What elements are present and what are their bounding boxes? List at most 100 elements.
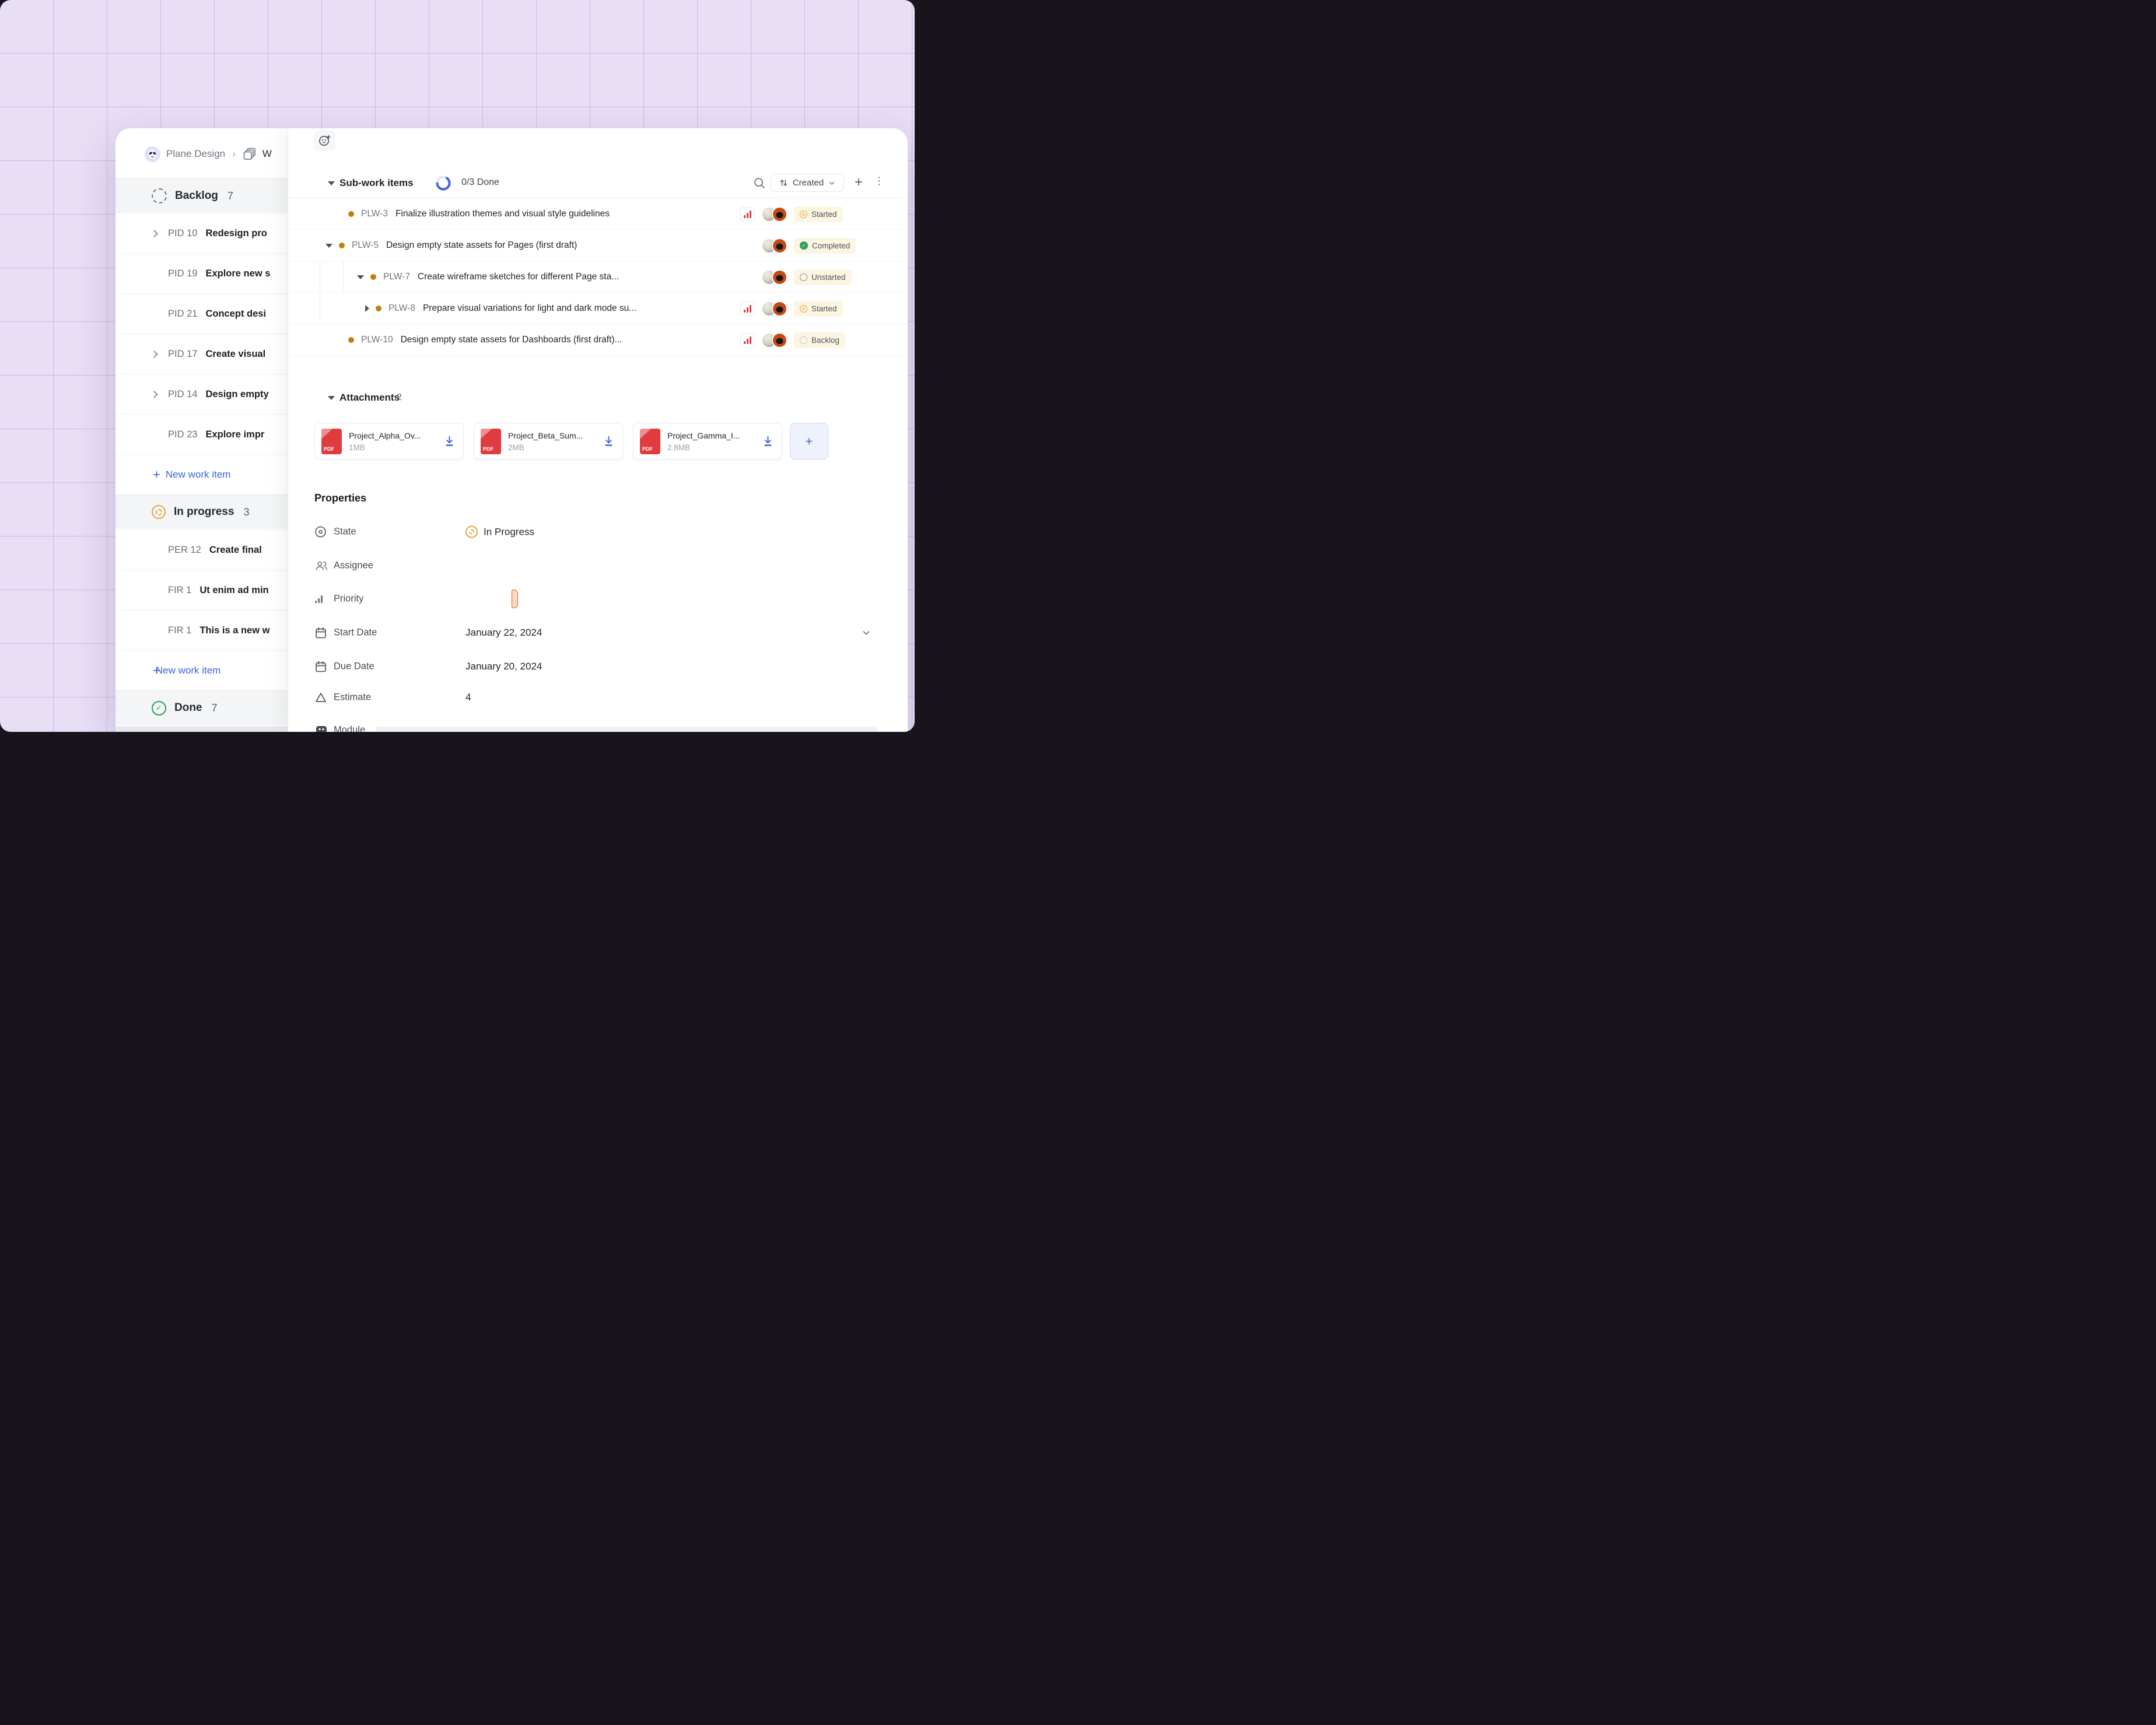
property-row-estimate: Estimate 4 <box>288 686 908 709</box>
sidebar-bottom-strip <box>116 726 288 732</box>
completed-status-icon: ✓ <box>800 241 808 250</box>
plus-icon: + <box>153 468 160 481</box>
expand-chevron-icon[interactable] <box>150 350 158 358</box>
work-item-title[interactable]: Ut enim ad min <box>200 585 268 596</box>
priority-pill[interactable] <box>512 590 518 608</box>
priority-icon <box>315 595 323 603</box>
backlog-state-icon <box>152 188 167 204</box>
property-row-start-date: Start Date January 22, 2024 <box>288 621 908 644</box>
attachment-card[interactable]: PDF Project_Alpha_Ov... 1MB <box>314 423 464 460</box>
unstarted-status-icon <box>800 274 807 281</box>
group-count: 7 <box>212 702 218 714</box>
add-attachment-button[interactable]: + <box>790 423 828 460</box>
status-badge[interactable]: ✓ Completed <box>794 238 856 254</box>
work-item-title[interactable]: Explore impr <box>205 429 264 440</box>
subwork-row[interactable]: PLW-8 Prepare visual variations for ligh… <box>288 293 908 324</box>
more-options-icon[interactable]: ⋮ <box>874 175 884 187</box>
work-item-title[interactable]: Design empty <box>205 389 268 400</box>
chevron-down-icon[interactable] <box>862 628 871 637</box>
expand-chevron-icon[interactable] <box>150 391 158 398</box>
work-item-title[interactable]: Create final <box>209 545 262 556</box>
subwork-id: PLW-5 <box>352 240 379 251</box>
work-item-title[interactable]: Redesign pro <box>205 228 267 239</box>
property-row-state: State In Progress <box>288 520 908 544</box>
status-badge[interactable]: Started <box>794 206 843 222</box>
work-item-title[interactable]: Concept desi <box>205 308 266 320</box>
status-badge[interactable]: Backlog <box>794 332 845 348</box>
assignee-avatars[interactable] <box>761 301 788 317</box>
status-badge[interactable]: Unstarted <box>794 269 852 285</box>
subwork-row[interactable]: PLW-7 Create wireframe sketches for diff… <box>288 261 908 293</box>
new-work-item-button[interactable]: + New work item <box>116 650 314 690</box>
calendar-icon <box>315 627 327 639</box>
expand-chevron-icon[interactable] <box>150 230 158 237</box>
subwork-title-text[interactable]: Design empty state assets for Pages (fir… <box>386 240 577 251</box>
work-item-title[interactable]: This is a new w <box>200 625 270 636</box>
group-label: Backlog <box>175 190 218 202</box>
work-item-id: PER 12 <box>168 545 201 556</box>
backlog-status-icon <box>800 336 807 344</box>
work-item-detail-panel: Sub-work items 0/3 Done Created <box>288 128 908 732</box>
collapse-triangle-icon[interactable] <box>328 396 335 400</box>
work-item-id: PID 10 <box>168 228 197 239</box>
property-label: Priority <box>334 594 363 605</box>
work-item-id: FIR 1 <box>168 585 191 596</box>
subwork-row[interactable]: PLW-3 Finalize illustration themes and v… <box>288 198 908 230</box>
expand-triangle-icon[interactable] <box>365 305 369 312</box>
add-reaction-button[interactable] <box>314 130 335 151</box>
attachment-name: Project_Gamma_I... <box>667 431 740 440</box>
subwork-title-text[interactable]: Finalize illustration themes and visual … <box>396 209 610 219</box>
breadcrumb-project[interactable]: Plane Design <box>166 148 225 160</box>
subwork-title-text[interactable]: Create wireframe sketches for different … <box>418 272 619 282</box>
state-value[interactable]: In Progress <box>466 526 534 538</box>
collapse-triangle-icon[interactable] <box>328 181 335 185</box>
assignee-avatars[interactable] <box>761 206 788 222</box>
assignee-avatars[interactable] <box>761 269 788 285</box>
collapse-triangle-icon[interactable] <box>357 275 364 279</box>
work-item-id: PID 23 <box>168 429 197 440</box>
start-date-value[interactable]: January 22, 2024 <box>466 627 542 639</box>
work-item-title[interactable]: Create visual <box>205 349 265 360</box>
attachments-title[interactable]: Attachments <box>340 392 400 404</box>
attachments-section-header: Attachments 2 <box>288 387 908 411</box>
subwork-title-text[interactable]: Design empty state assets for Dashboards… <box>401 335 622 345</box>
pdf-file-icon: PDF <box>640 429 660 454</box>
status-badge[interactable]: Started <box>794 301 843 317</box>
estimate-triangle-icon <box>315 692 327 703</box>
subwork-section-header: Sub-work items 0/3 Done Created <box>288 173 908 196</box>
subwork-row[interactable]: PLW-5 Design empty state assets for Page… <box>288 230 908 261</box>
download-icon[interactable] <box>762 435 774 447</box>
attachment-size: 1MB <box>349 443 421 452</box>
work-item-title[interactable]: Explore new s <box>205 268 270 279</box>
subwork-row[interactable]: PLW-10 Design empty state assets for Das… <box>288 324 908 356</box>
assignee-avatars[interactable] <box>761 238 788 254</box>
search-icon[interactable] <box>753 177 766 190</box>
sort-dropdown[interactable]: Created <box>771 174 844 192</box>
sort-selected-value: Created <box>793 178 824 188</box>
add-subwork-button[interactable]: + <box>855 174 863 191</box>
attachment-name: Project_Beta_Sum... <box>508 431 583 440</box>
clipped-section-strip <box>376 727 877 732</box>
due-date-value[interactable]: January 20, 2024 <box>466 661 542 672</box>
new-work-item-button[interactable]: + New work item <box>116 454 314 495</box>
download-icon[interactable] <box>443 435 456 447</box>
work-item-id: PID 21 <box>168 308 197 320</box>
status-label: Started <box>811 304 837 313</box>
in-progress-icon <box>466 526 478 538</box>
attachment-card[interactable]: PDF Project_Beta_Sum... 2MB <box>474 423 623 460</box>
group-count: 3 <box>243 506 249 518</box>
breadcrumb-work-item[interactable]: W <box>262 148 272 160</box>
subwork-title-text[interactable]: Prepare visual variations for light and … <box>423 303 636 314</box>
add-reaction-icon <box>318 134 331 148</box>
collapse-triangle-icon[interactable] <box>326 244 332 248</box>
download-icon[interactable] <box>603 435 615 447</box>
breadcrumb-separator: › <box>232 148 236 160</box>
group-count: 7 <box>228 190 233 202</box>
subwork-title[interactable]: Sub-work items <box>340 177 414 189</box>
assignee-avatars[interactable] <box>761 332 788 348</box>
state-value-text: In Progress <box>484 526 534 538</box>
estimate-value[interactable]: 4 <box>466 692 471 703</box>
work-item-id: PID 19 <box>168 268 197 279</box>
attachment-card[interactable]: PDF Project_Gamma_I... 2.8MB <box>633 423 782 460</box>
progress-chart-icon <box>740 207 755 222</box>
